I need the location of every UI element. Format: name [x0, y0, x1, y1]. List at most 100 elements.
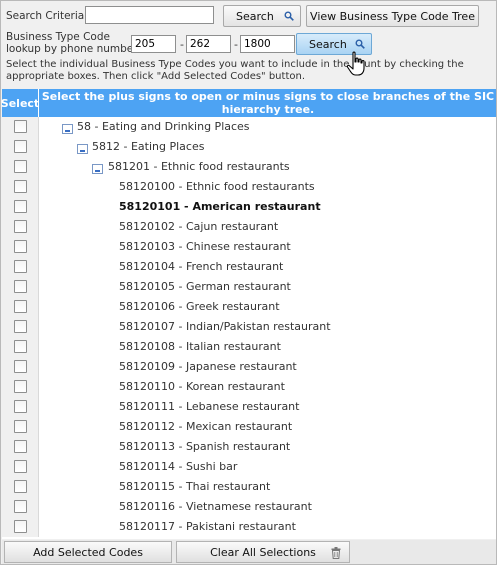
- tree-node-label: 58120101 - American restaurant: [119, 200, 321, 213]
- select-cell: [2, 297, 39, 317]
- collapse-minus-icon[interactable]: [92, 164, 103, 174]
- add-selected-codes-button[interactable]: Add Selected Codes: [4, 541, 172, 563]
- select-cell: [2, 517, 39, 537]
- select-cell: [2, 237, 39, 257]
- tree-node-label: 58120109 - Japanese restaurant: [119, 360, 297, 373]
- select-checkbox[interactable]: [14, 280, 27, 293]
- magnifier-icon: [284, 11, 294, 21]
- tree-row: 58120117 - Pakistani restaurant: [2, 517, 496, 537]
- footer-bar: Add Selected Codes Clear All Selections: [2, 540, 496, 564]
- select-checkbox[interactable]: [14, 260, 27, 273]
- tree-node-label: 58120107 - Indian/Pakistan restaurant: [119, 320, 331, 333]
- tree-row: 58120111 - Lebanese restaurant: [2, 397, 496, 417]
- select-cell: [2, 357, 39, 377]
- tree-row: 58120115 - Thai restaurant: [2, 477, 496, 497]
- tree-row: 58 - Eating and Drinking Places: [2, 117, 496, 137]
- sic-tree-grid: Select Select the plus signs to open or …: [1, 89, 496, 539]
- select-cell: [2, 117, 39, 137]
- grid-header: Select Select the plus signs to open or …: [1, 89, 496, 117]
- select-cell: [2, 137, 39, 157]
- select-checkbox[interactable]: [14, 400, 27, 413]
- clear-all-selections-button[interactable]: Clear All Selections: [176, 541, 350, 563]
- select-cell: [2, 337, 39, 357]
- tree-row: 58120113 - Spanish restaurant: [2, 437, 496, 457]
- select-cell: [2, 157, 39, 177]
- phone-separator-2: -: [234, 38, 238, 51]
- select-checkbox[interactable]: [14, 120, 27, 133]
- grid-header-message-line2: hierarchy tree.: [221, 103, 315, 116]
- hand-pointer-icon: [346, 51, 365, 76]
- tree-row: 58120104 - French restaurant: [2, 257, 496, 277]
- tree-row: 58120106 - Greek restaurant: [2, 297, 496, 317]
- select-cell: [2, 417, 39, 437]
- tree-row: 58120100 - Ethnic food restaurants: [2, 177, 496, 197]
- tree-node-label: 58120112 - Mexican restaurant: [119, 420, 293, 433]
- tree-row: 581201 - Ethnic food restaurants: [2, 157, 496, 177]
- trash-icon: [331, 547, 341, 559]
- tree-node-label: 58120114 - Sushi bar: [119, 460, 238, 473]
- tree-node-label: 58120100 - Ethnic food restaurants: [119, 180, 315, 193]
- view-tree-button[interactable]: View Business Type Code Tree: [306, 5, 479, 27]
- grid-header-message-line1: Select the plus signs to open or minus s…: [41, 90, 495, 103]
- select-checkbox[interactable]: [14, 380, 27, 393]
- tree-row: 58120101 - American restaurant: [2, 197, 496, 217]
- tree-row: 58120112 - Mexican restaurant: [2, 417, 496, 437]
- select-checkbox[interactable]: [14, 360, 27, 373]
- select-checkbox[interactable]: [14, 340, 27, 353]
- select-cell: [2, 317, 39, 337]
- phone-area-code-input[interactable]: [131, 35, 176, 53]
- grid-header-message: Select the plus signs to open or minus s…: [40, 89, 496, 117]
- phone-line-input[interactable]: [240, 35, 295, 53]
- select-checkbox[interactable]: [14, 140, 27, 153]
- select-checkbox[interactable]: [14, 440, 27, 453]
- phone-lookup-label-line1: Business Type Code: [6, 31, 110, 43]
- magnifier-icon: [355, 39, 365, 49]
- clear-all-selections-label: Clear All Selections: [210, 545, 316, 559]
- select-checkbox[interactable]: [14, 520, 27, 533]
- select-cell: [2, 177, 39, 197]
- select-checkbox[interactable]: [14, 460, 27, 473]
- select-checkbox[interactable]: [14, 480, 27, 493]
- tree-node-label: 58120111 - Lebanese restaurant: [119, 400, 300, 413]
- tree-node-label: 581201 - Ethnic food restaurants: [108, 160, 290, 173]
- select-checkbox[interactable]: [14, 300, 27, 313]
- select-cell: [2, 497, 39, 517]
- tree-node-label: 58 - Eating and Drinking Places: [77, 120, 250, 133]
- collapse-minus-icon[interactable]: [77, 144, 88, 154]
- select-cell: [2, 457, 39, 477]
- select-checkbox[interactable]: [14, 240, 27, 253]
- tree-node-label: 58120106 - Greek restaurant: [119, 300, 280, 313]
- instructions-line1: Select the individual Business Type Code…: [6, 59, 464, 70]
- search-button[interactable]: Search: [223, 5, 301, 27]
- select-checkbox[interactable]: [14, 420, 27, 433]
- search-button-label: Search: [236, 9, 274, 23]
- select-cell: [2, 397, 39, 417]
- tree-node-label: 58120116 - Vietnamese restaurant: [119, 500, 312, 513]
- tree-row: 58120110 - Korean restaurant: [2, 377, 496, 397]
- tree-node-label: 58120103 - Chinese restaurant: [119, 240, 291, 253]
- tree-row: 58120109 - Japanese restaurant: [2, 357, 496, 377]
- tree-node-label: 58120105 - German restaurant: [119, 280, 291, 293]
- select-checkbox[interactable]: [14, 220, 27, 233]
- collapse-minus-icon[interactable]: [62, 124, 73, 134]
- tree-row: 58120102 - Cajun restaurant: [2, 217, 496, 237]
- tree-row: 58120105 - German restaurant: [2, 277, 496, 297]
- business-type-search-panel: Search Criteria: Search View Business Ty…: [0, 0, 497, 565]
- tree-node-label: 58120110 - Korean restaurant: [119, 380, 285, 393]
- select-checkbox[interactable]: [14, 200, 27, 213]
- select-checkbox[interactable]: [14, 500, 27, 513]
- select-checkbox[interactable]: [14, 180, 27, 193]
- search-criteria-input[interactable]: [85, 6, 214, 24]
- tree-node-label: 58120102 - Cajun restaurant: [119, 220, 279, 233]
- search-criteria-label: Search Criteria:: [6, 10, 88, 22]
- phone-search-button-label: Search: [309, 37, 347, 51]
- tree-node-label: 5812 - Eating Places: [92, 140, 205, 153]
- tree-row: 58120107 - Indian/Pakistan restaurant: [2, 317, 496, 337]
- select-cell: [2, 277, 39, 297]
- select-checkbox[interactable]: [14, 320, 27, 333]
- phone-prefix-input[interactable]: [186, 35, 231, 53]
- tree-node-label: 58120108 - Italian restaurant: [119, 340, 281, 353]
- select-checkbox[interactable]: [14, 160, 27, 173]
- tree-row: 5812 - Eating Places: [2, 137, 496, 157]
- instructions-line2: appropriate boxes. Then click "Add Selec…: [6, 71, 305, 82]
